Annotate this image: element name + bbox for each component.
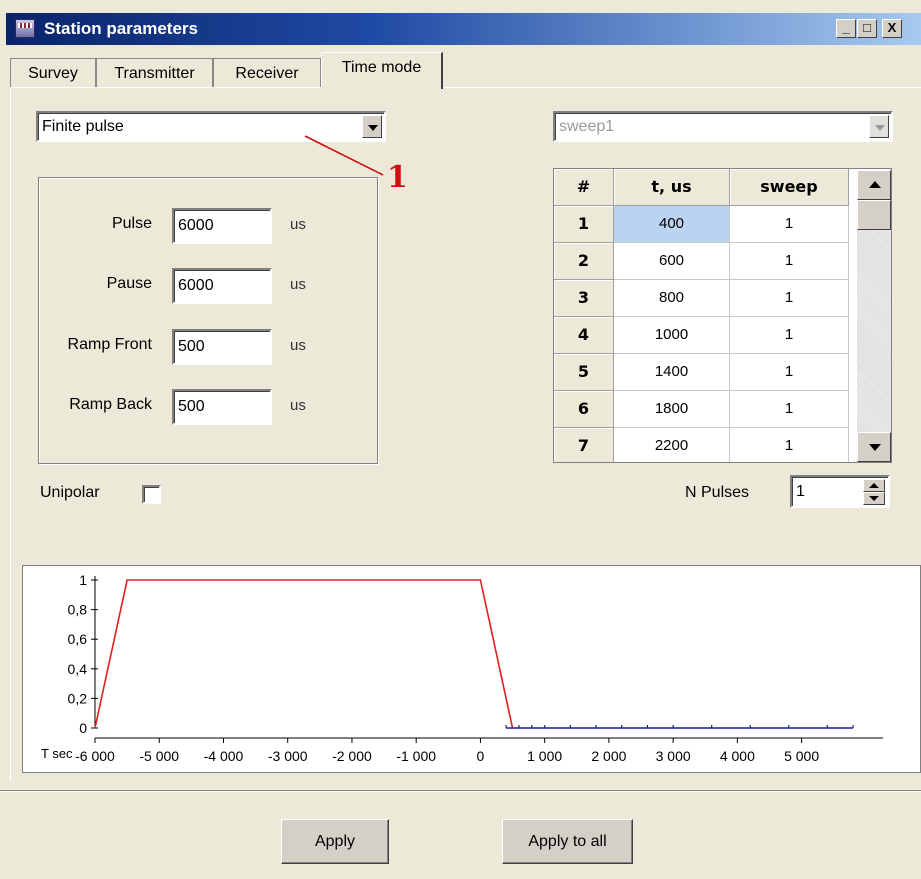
spin-up-icon[interactable] bbox=[863, 479, 885, 492]
window-title: Station parameters bbox=[44, 19, 198, 38]
row-number: 6 bbox=[554, 391, 614, 428]
pause-input[interactable] bbox=[172, 268, 272, 304]
sweep-cell[interactable]: 1 bbox=[730, 280, 849, 317]
x-tick-label: -6 000 bbox=[75, 748, 115, 764]
x-tick-label: 5 000 bbox=[784, 748, 819, 764]
pulse-chart: 0 0,2 0,4 0,6 0,8 1 -6 000 -5 000 -4 000 -3 000 -2… bbox=[22, 565, 921, 773]
y-tick-label: 0,8 bbox=[68, 602, 88, 618]
footer-divider bbox=[0, 790, 921, 792]
x-tick-label: -4 000 bbox=[204, 748, 244, 764]
time-cell[interactable]: 1800 bbox=[614, 391, 730, 428]
x-tick-label: -3 000 bbox=[268, 748, 308, 764]
pause-unit: us bbox=[290, 276, 306, 293]
app-icon bbox=[15, 19, 35, 38]
ramp-front-label: Ramp Front bbox=[67, 336, 152, 353]
row-number: 4 bbox=[554, 317, 614, 354]
sweep-cell[interactable]: 1 bbox=[730, 391, 849, 428]
row-number: 7 bbox=[554, 428, 614, 462]
x-tick-label: 4 000 bbox=[720, 748, 755, 764]
minimize-button[interactable]: _ bbox=[836, 19, 856, 38]
x-tick-label: 1 000 bbox=[527, 748, 562, 764]
time-cell[interactable]: 1400 bbox=[614, 354, 730, 391]
tab-time-mode[interactable]: Time mode bbox=[321, 52, 443, 89]
sweep-cell[interactable]: 1 bbox=[730, 428, 849, 462]
series-line bbox=[94, 579, 514, 729]
tab-transmitter[interactable]: Transmitter bbox=[96, 58, 213, 88]
time-cell[interactable]: 400 bbox=[614, 206, 730, 243]
scroll-thumb[interactable] bbox=[857, 200, 891, 230]
row-number: 1 bbox=[554, 206, 614, 243]
ramp-front-unit: us bbox=[290, 337, 306, 354]
ramp-front-input[interactable] bbox=[172, 329, 272, 365]
pulse-chart-svg: 0 0,2 0,4 0,6 0,8 1 -6 000 -5 000 -4 000 -3 000 -2… bbox=[41, 572, 883, 764]
pulse-label: Pulse bbox=[111, 215, 152, 232]
spin-down-icon[interactable] bbox=[863, 492, 885, 505]
x-tick-label: 0 bbox=[477, 748, 485, 764]
scroll-down-icon[interactable] bbox=[857, 432, 891, 462]
ramp-back-label: Ramp Back bbox=[69, 396, 152, 413]
station-parameters-window: Station parameters _ □ X Survey Transmit… bbox=[0, 0, 921, 879]
y-tick-label: 0 bbox=[79, 720, 87, 736]
y-tick-label: 1 bbox=[79, 572, 87, 588]
row-number: 5 bbox=[554, 354, 614, 391]
tab-receiver[interactable]: Receiver bbox=[213, 58, 321, 88]
close-button[interactable]: X bbox=[882, 19, 902, 38]
table-scrollbar[interactable] bbox=[857, 170, 891, 462]
tab-survey[interactable]: Survey bbox=[10, 58, 96, 88]
sweep-cell[interactable]: 1 bbox=[730, 354, 849, 391]
annotation-number: 1 bbox=[387, 160, 408, 195]
mode-select-value: Finite pulse bbox=[42, 118, 124, 135]
x-tick-label: -2 000 bbox=[332, 748, 372, 764]
time-cell[interactable]: 1000 bbox=[614, 317, 730, 354]
time-cell[interactable]: 600 bbox=[614, 243, 730, 280]
sweep-table[interactable]: # t, us sweep 1 400 1 2 600 1 3 800 1 4 … bbox=[553, 168, 892, 463]
sweep-cell[interactable]: 1 bbox=[730, 243, 849, 280]
maximize-button[interactable]: □ bbox=[857, 19, 877, 38]
column-header[interactable]: sweep bbox=[730, 169, 849, 206]
x-tick-label: 2 000 bbox=[591, 748, 626, 764]
apply-button[interactable]: Apply bbox=[281, 819, 389, 864]
time-cell[interactable]: 800 bbox=[614, 280, 730, 317]
sweep-cell[interactable]: 1 bbox=[730, 317, 849, 354]
n-pulses-label: N Pulses bbox=[685, 484, 750, 501]
pause-label: Pause bbox=[106, 275, 152, 292]
x-tick-label: -1 000 bbox=[396, 748, 436, 764]
scroll-up-icon[interactable] bbox=[857, 170, 891, 200]
pulse-unit: us bbox=[290, 216, 306, 233]
sweep-select[interactable]: sweep1 bbox=[553, 111, 893, 142]
row-number: 3 bbox=[554, 280, 614, 317]
apply-to-all-button[interactable]: Apply to all bbox=[502, 819, 633, 864]
mode-select[interactable]: Finite pulse bbox=[36, 111, 386, 142]
x-tick-label: -5 000 bbox=[139, 748, 179, 764]
y-tick-label: 0,2 bbox=[68, 690, 88, 706]
sweep-cell[interactable]: 1 bbox=[730, 206, 849, 243]
sweep-select-value: sweep1 bbox=[559, 118, 615, 135]
unipolar-label: Unipolar bbox=[40, 484, 100, 501]
title-bar[interactable]: Station parameters _ □ X bbox=[6, 13, 921, 45]
y-tick-label: 0,6 bbox=[68, 631, 88, 647]
chevron-down-icon[interactable] bbox=[869, 115, 889, 138]
time-cell[interactable]: 2200 bbox=[614, 428, 730, 462]
ramp-back-input[interactable] bbox=[172, 389, 272, 425]
ramp-back-unit: us bbox=[290, 397, 306, 414]
column-header[interactable]: # bbox=[554, 169, 614, 206]
pulse-input[interactable] bbox=[172, 208, 272, 244]
y-tick-label: 0,4 bbox=[68, 661, 88, 677]
x-tick-label: 3 000 bbox=[656, 748, 691, 764]
row-number: 2 bbox=[554, 243, 614, 280]
chevron-down-icon[interactable] bbox=[362, 115, 382, 138]
column-header[interactable]: t, us bbox=[614, 169, 730, 206]
x-axis-label: T sec bbox=[41, 746, 73, 761]
unipolar-checkbox[interactable] bbox=[142, 485, 161, 504]
